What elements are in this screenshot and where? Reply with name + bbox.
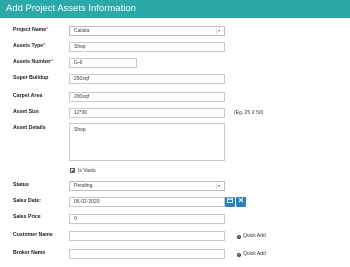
asset-form: Project Name* Calista Assets Type* Shop … [0, 18, 350, 267]
asset-size-hint: (Eg. 25 X 50) [234, 110, 264, 116]
carpet-area-field[interactable]: 200sqf [69, 92, 225, 102]
chevron-down-icon [216, 28, 222, 34]
status-select[interactable]: Pending [69, 181, 225, 191]
sales-date-field[interactable]: 05-02-2020 [69, 197, 225, 207]
asset-details-textarea[interactable]: Shop [69, 123, 225, 161]
calendar-button[interactable] [225, 197, 235, 207]
calendar-icon [227, 197, 233, 205]
super-buildup-field[interactable]: 250sqf [69, 74, 225, 84]
assets-number-label: Assets Number* [13, 59, 54, 65]
asset-size-field[interactable]: 12*36 [69, 108, 225, 118]
broker-quick-add-link[interactable]: + Quick Add [237, 251, 266, 257]
is-vastu-label: Is Vastu [78, 168, 96, 174]
status-label: Status [13, 182, 29, 188]
plus-icon: + [237, 252, 241, 257]
project-name-label: Project Name* [13, 27, 49, 33]
broker-name-label: Broker Name [13, 250, 46, 256]
broker-name-field[interactable] [69, 249, 225, 259]
assets-type-field[interactable]: Shop [69, 42, 225, 52]
is-vastu-checkbox[interactable] [70, 168, 75, 173]
sales-price-field[interactable]: 0 [69, 214, 225, 224]
project-name-select[interactable]: Calista [69, 26, 225, 36]
clear-date-button[interactable] [236, 197, 246, 207]
asset-size-label: Asset Size [13, 109, 39, 115]
assets-type-label: Assets Type* [13, 43, 46, 49]
plus-icon: + [237, 234, 241, 239]
clear-icon [238, 197, 244, 205]
page-title: Add Project Assets Information [0, 0, 350, 18]
sales-date-label: Sales Date: [13, 198, 41, 204]
carpet-area-label: Carpet Area [13, 93, 43, 99]
chevron-down-icon [216, 183, 222, 189]
customer-quick-add-link[interactable]: + Quick Add [237, 233, 266, 239]
asset-details-label: Asset Details [13, 125, 46, 131]
assets-number-field[interactable]: G-6 [69, 58, 137, 68]
customer-name-field[interactable] [69, 231, 225, 241]
customer-name-label: Customer Name [13, 232, 53, 238]
super-buildup-label: Super Buildup [13, 75, 49, 81]
sales-price-label: Sales Price [13, 214, 41, 220]
